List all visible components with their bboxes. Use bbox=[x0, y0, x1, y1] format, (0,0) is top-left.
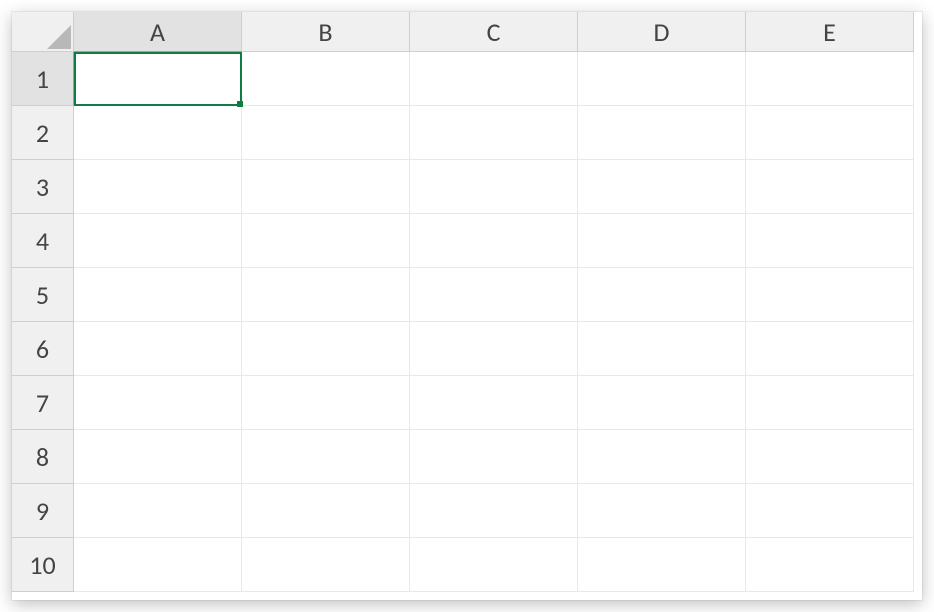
cell-A3[interactable] bbox=[74, 160, 242, 214]
spreadsheet: ABCDE 12345678910 bbox=[12, 12, 922, 600]
cell-B3[interactable] bbox=[242, 160, 410, 214]
row-header-7[interactable]: 7 bbox=[12, 376, 74, 430]
cell-B1[interactable] bbox=[242, 52, 410, 106]
cell-A8[interactable] bbox=[74, 430, 242, 484]
select-all-triangle-icon bbox=[47, 25, 71, 49]
cell-D2[interactable] bbox=[578, 106, 746, 160]
cell-E10[interactable] bbox=[746, 538, 914, 592]
cell-E5[interactable] bbox=[746, 268, 914, 322]
cell-D10[interactable] bbox=[578, 538, 746, 592]
cell-C2[interactable] bbox=[410, 106, 578, 160]
cell-D6[interactable] bbox=[578, 322, 746, 376]
row-header-10[interactable]: 10 bbox=[12, 538, 74, 592]
row-header-6[interactable]: 6 bbox=[12, 322, 74, 376]
column-header-B[interactable]: B bbox=[242, 12, 410, 52]
row-header-2[interactable]: 2 bbox=[12, 106, 74, 160]
cell-C6[interactable] bbox=[410, 322, 578, 376]
cell-A10[interactable] bbox=[74, 538, 242, 592]
cell-C1[interactable] bbox=[410, 52, 578, 106]
cell-E1[interactable] bbox=[746, 52, 914, 106]
column-header-C[interactable]: C bbox=[410, 12, 578, 52]
cell-D7[interactable] bbox=[578, 376, 746, 430]
cell-D3[interactable] bbox=[578, 160, 746, 214]
column-header-E[interactable]: E bbox=[746, 12, 914, 52]
cell-B6[interactable] bbox=[242, 322, 410, 376]
cell-A2[interactable] bbox=[74, 106, 242, 160]
cell-C4[interactable] bbox=[410, 214, 578, 268]
row-header-3[interactable]: 3 bbox=[12, 160, 74, 214]
grid: ABCDE 12345678910 bbox=[12, 12, 922, 600]
row-header-8[interactable]: 8 bbox=[12, 430, 74, 484]
cell-A1[interactable] bbox=[74, 52, 242, 106]
cell-C9[interactable] bbox=[410, 484, 578, 538]
cell-D8[interactable] bbox=[578, 430, 746, 484]
cell-A4[interactable] bbox=[74, 214, 242, 268]
row-header-9[interactable]: 9 bbox=[12, 484, 74, 538]
row-header-1[interactable]: 1 bbox=[12, 52, 74, 106]
cell-B10[interactable] bbox=[242, 538, 410, 592]
row-header-4[interactable]: 4 bbox=[12, 214, 74, 268]
cell-E3[interactable] bbox=[746, 160, 914, 214]
cell-A5[interactable] bbox=[74, 268, 242, 322]
cell-E6[interactable] bbox=[746, 322, 914, 376]
cell-B5[interactable] bbox=[242, 268, 410, 322]
select-all-corner[interactable] bbox=[12, 12, 74, 52]
cell-C10[interactable] bbox=[410, 538, 578, 592]
cell-C5[interactable] bbox=[410, 268, 578, 322]
cell-E9[interactable] bbox=[746, 484, 914, 538]
cell-E4[interactable] bbox=[746, 214, 914, 268]
cell-D1[interactable] bbox=[578, 52, 746, 106]
cell-E7[interactable] bbox=[746, 376, 914, 430]
cell-B4[interactable] bbox=[242, 214, 410, 268]
cell-A7[interactable] bbox=[74, 376, 242, 430]
cell-B7[interactable] bbox=[242, 376, 410, 430]
cell-D9[interactable] bbox=[578, 484, 746, 538]
cell-B9[interactable] bbox=[242, 484, 410, 538]
column-header-A[interactable]: A bbox=[74, 12, 242, 52]
cell-B2[interactable] bbox=[242, 106, 410, 160]
cell-D4[interactable] bbox=[578, 214, 746, 268]
row-header-5[interactable]: 5 bbox=[12, 268, 74, 322]
cell-C8[interactable] bbox=[410, 430, 578, 484]
cell-A6[interactable] bbox=[74, 322, 242, 376]
cell-A9[interactable] bbox=[74, 484, 242, 538]
cell-B8[interactable] bbox=[242, 430, 410, 484]
cell-D5[interactable] bbox=[578, 268, 746, 322]
column-header-D[interactable]: D bbox=[578, 12, 746, 52]
cell-E8[interactable] bbox=[746, 430, 914, 484]
cell-C7[interactable] bbox=[410, 376, 578, 430]
cell-C3[interactable] bbox=[410, 160, 578, 214]
cell-E2[interactable] bbox=[746, 106, 914, 160]
